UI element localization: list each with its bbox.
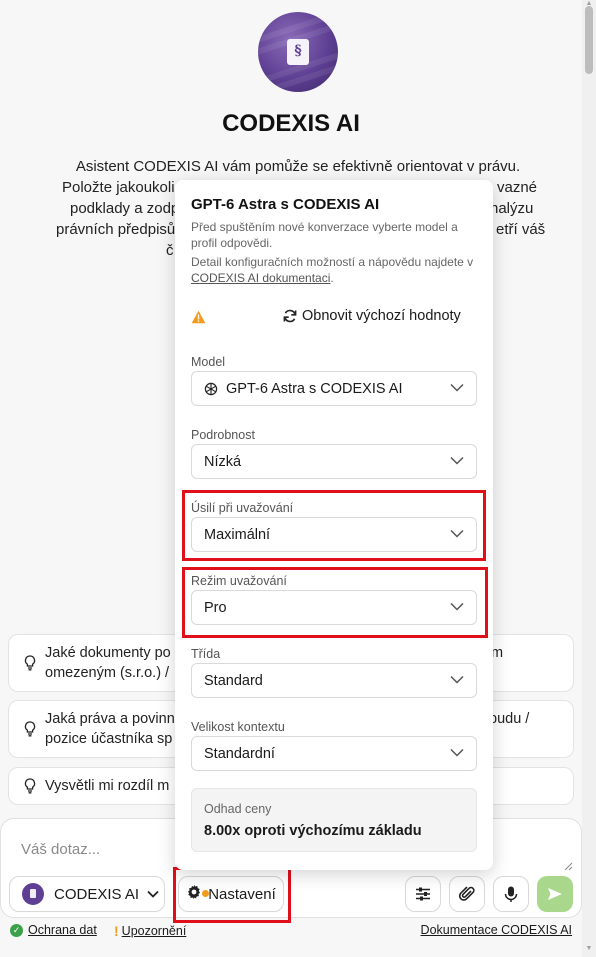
suggestion-text: Jaké dokumenty po bbox=[45, 645, 171, 661]
docs-inline-link[interactable]: CODEXIS AI dokumentaci bbox=[191, 271, 330, 285]
filters-button[interactable] bbox=[405, 876, 441, 912]
intro-line: nalýzu bbox=[490, 200, 534, 217]
lightbulb-icon bbox=[24, 778, 36, 794]
sliders-icon bbox=[416, 887, 430, 901]
effort-label: Úsilí při uvažování bbox=[191, 501, 294, 515]
data-protection-link-wrap: ✓ Ochrana dat bbox=[10, 923, 97, 937]
attach-button[interactable] bbox=[449, 876, 485, 912]
check-shield-icon: ✓ bbox=[10, 923, 23, 937]
chevron-down-icon bbox=[147, 890, 159, 898]
docs-link-wrap: Dokumentace CODEXIS AI bbox=[421, 923, 572, 937]
assistant-avatar: § bbox=[258, 12, 338, 92]
resize-handle-icon[interactable] bbox=[563, 861, 573, 871]
law-book-icon: § bbox=[287, 39, 309, 65]
lightbulb-icon bbox=[24, 721, 36, 737]
price-estimate-label: Odhad ceny bbox=[204, 802, 272, 816]
warning-icon bbox=[191, 310, 206, 324]
intro-line: Položte jakoukoli bbox=[62, 179, 175, 196]
page-scrollbar[interactable]: ▲ ▼ bbox=[582, 0, 596, 957]
intro-line: Asistent CODEXIS AI vám pomůže se efekti… bbox=[75, 158, 521, 175]
suggestion-text: pozice účastníka sp bbox=[45, 731, 173, 747]
intro-line: etří váš bbox=[496, 221, 546, 238]
assistant-avatar-small bbox=[22, 883, 44, 905]
price-estimate-value: 8.00x oproti výchozímu základu bbox=[204, 823, 422, 839]
popover-title: GPT-6 Astra s CODEXIS AI bbox=[191, 196, 380, 213]
intro-line: č bbox=[166, 242, 174, 259]
settings-label: Nastavení bbox=[208, 885, 276, 903]
data-protection-link[interactable]: Ochrana dat bbox=[28, 923, 97, 937]
scroll-down-icon[interactable]: ▼ bbox=[585, 945, 593, 953]
effort-select[interactable]: Maximální bbox=[191, 517, 477, 552]
paperclip-icon bbox=[459, 886, 475, 901]
microphone-button[interactable] bbox=[493, 876, 529, 912]
chevron-down-icon bbox=[450, 675, 464, 684]
intro-line: právních předpisů bbox=[56, 221, 176, 238]
mode-select[interactable]: Pro bbox=[191, 590, 477, 625]
suggestion-text: omezeným (s.r.o.) / bbox=[45, 665, 170, 681]
context-label: Velikost kontextu bbox=[191, 720, 285, 734]
openai-icon bbox=[204, 382, 218, 395]
lightbulb-icon bbox=[24, 655, 36, 671]
gear-icon bbox=[186, 884, 210, 904]
intro-line: podklady a zodpo bbox=[70, 200, 188, 217]
refresh-icon bbox=[283, 309, 297, 323]
suggestion-text: budu / bbox=[489, 711, 530, 727]
price-estimate: Odhad ceny 8.00x oproti výchozímu základ… bbox=[191, 788, 477, 852]
model-label: Model bbox=[191, 355, 226, 369]
scroll-thumb[interactable] bbox=[585, 6, 593, 74]
suggestion-text: Jaká práva a povinn bbox=[45, 711, 175, 727]
popover-description: Před spuštěním nové konverzace vyberte m… bbox=[191, 220, 458, 250]
send-icon bbox=[548, 888, 562, 900]
context-select[interactable]: Standardní bbox=[191, 736, 477, 771]
assistant-label: CODEXIS AI bbox=[54, 885, 140, 903]
popover-docs-note: Detail konfiguračních možností a nápověd… bbox=[191, 255, 474, 285]
tier-select[interactable]: Standard bbox=[191, 663, 477, 698]
mode-label: Režim uvažování bbox=[191, 574, 287, 588]
send-button[interactable] bbox=[537, 876, 573, 912]
reset-defaults-button[interactable]: Obnovit výchozí hodnoty bbox=[283, 308, 461, 324]
settings-popover: GPT-6 Astra s CODEXIS AI Před spuštěním … bbox=[175, 180, 493, 870]
warnings-link-wrap: ! Upozornění bbox=[114, 923, 186, 939]
docs-link[interactable]: Dokumentace CODEXIS AI bbox=[421, 923, 572, 937]
assistant-selector[interactable]: CODEXIS AI bbox=[9, 876, 165, 912]
chevron-down-icon bbox=[450, 602, 464, 611]
detail-select[interactable]: Nízká bbox=[191, 444, 477, 479]
page-title: CODEXIS AI bbox=[222, 110, 360, 137]
model-select[interactable]: GPT-6 Astra s CODEXIS AI bbox=[191, 371, 477, 406]
warnings-link[interactable]: Upozornění bbox=[122, 924, 187, 938]
suggestion-text: Vysvětli mi rozdíl m bbox=[45, 778, 170, 794]
settings-button[interactable]: Nastavení bbox=[178, 876, 284, 912]
detail-label: Podrobnost bbox=[191, 428, 255, 442]
intro-line: vazné bbox=[497, 179, 538, 196]
microphone-icon bbox=[504, 886, 518, 902]
exclamation-icon: ! bbox=[114, 923, 119, 939]
chevron-down-icon bbox=[450, 748, 464, 757]
chevron-down-icon bbox=[450, 456, 464, 465]
tier-label: Třída bbox=[191, 647, 221, 661]
chevron-down-icon bbox=[450, 529, 464, 538]
chevron-down-icon bbox=[450, 383, 464, 392]
